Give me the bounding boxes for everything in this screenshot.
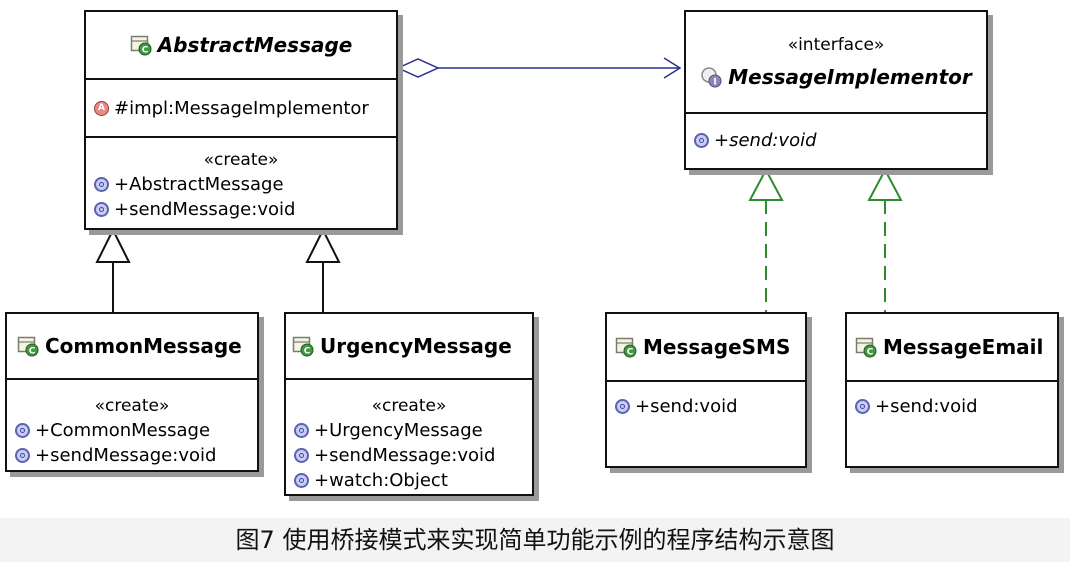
public-operation-icon bbox=[294, 448, 309, 463]
interface-header: «interface» I MessageImplementor bbox=[686, 12, 986, 114]
public-operation-icon bbox=[94, 202, 109, 217]
operation-row: +sendMessage:void bbox=[294, 443, 524, 468]
operation-row: +sendMessage:void bbox=[94, 197, 388, 222]
operations-section: «create» +AbstractMessage +sendMessage:v… bbox=[86, 138, 396, 228]
operations-section: +send:void bbox=[686, 114, 986, 159]
realization-email bbox=[867, 167, 903, 312]
public-operation-icon bbox=[294, 473, 309, 488]
operation-label: +sendMessage:void bbox=[314, 445, 496, 466]
message-email-class[interactable]: C MessageEmail +send:void bbox=[845, 312, 1059, 468]
operation-row: +send:void bbox=[855, 394, 1049, 419]
operation-label: +sendMessage:void bbox=[114, 199, 296, 220]
interface-name: MessageImplementor bbox=[728, 65, 972, 89]
operation-row: +UrgencyMessage bbox=[294, 418, 524, 443]
operation-label: +sendMessage:void bbox=[35, 445, 217, 466]
class-header: C MessageEmail bbox=[847, 314, 1057, 382]
operations-section: «create» +CommonMessage +sendMessage:voi… bbox=[7, 380, 257, 474]
interface-stereotype: «interface» bbox=[787, 35, 885, 55]
class-header: C AbstractMessage bbox=[86, 12, 396, 80]
aggregation-connector bbox=[396, 57, 682, 79]
operation-row: +sendMessage:void bbox=[15, 443, 249, 468]
common-message-class[interactable]: C CommonMessage «create» +CommonMessage … bbox=[5, 312, 259, 472]
class-header: C MessageSMS bbox=[607, 314, 805, 382]
create-stereotype: «create» bbox=[203, 150, 279, 170]
class-icon: C bbox=[17, 336, 39, 357]
operation-row: +CommonMessage bbox=[15, 418, 249, 443]
class-icon: C bbox=[615, 337, 637, 358]
message-sms-class[interactable]: C MessageSMS +send:void bbox=[605, 312, 807, 468]
abstract-message-class[interactable]: C AbstractMessage A #impl:MessageImpleme… bbox=[84, 10, 398, 230]
svg-text:C: C bbox=[867, 348, 874, 358]
generalization-urgency bbox=[305, 227, 341, 312]
class-name: MessageEmail bbox=[883, 335, 1044, 359]
operation-row: +send:void bbox=[615, 394, 797, 419]
create-stereotype: «create» bbox=[94, 396, 170, 416]
operation-label: +watch:Object bbox=[314, 470, 448, 491]
svg-text:C: C bbox=[141, 46, 148, 56]
public-operation-icon bbox=[94, 177, 109, 192]
class-name: MessageSMS bbox=[643, 335, 791, 359]
aggregation-diamond bbox=[396, 58, 440, 78]
class-header: C UrgencyMessage bbox=[286, 314, 532, 380]
fields-section: A #impl:MessageImplementor bbox=[86, 80, 396, 138]
create-stereotype: «create» bbox=[371, 396, 447, 416]
class-icon: C bbox=[855, 337, 877, 358]
svg-text:C: C bbox=[29, 347, 36, 357]
public-operation-icon bbox=[15, 448, 30, 463]
public-operation-icon bbox=[694, 133, 709, 148]
urgency-message-class[interactable]: C UrgencyMessage «create» +UrgencyMessag… bbox=[284, 312, 534, 496]
svg-text:I: I bbox=[714, 78, 717, 88]
generalization-common bbox=[95, 227, 131, 312]
field-row: A #impl:MessageImplementor bbox=[94, 96, 369, 121]
abstract-field-icon: A bbox=[94, 100, 109, 116]
interface-icon: I bbox=[701, 67, 722, 88]
class-icon: C bbox=[130, 35, 152, 56]
class-name: UrgencyMessage bbox=[320, 334, 512, 358]
svg-text:C: C bbox=[627, 348, 634, 358]
operation-row: +AbstractMessage bbox=[94, 172, 388, 197]
operation-label: +send:void bbox=[875, 396, 978, 417]
operation-label: +CommonMessage bbox=[35, 420, 211, 441]
operations-section: +send:void bbox=[607, 382, 805, 425]
svg-text:C: C bbox=[304, 347, 311, 357]
figure-caption: 图7 使用桥接模式来实现简单功能示例的程序结构示意图 bbox=[0, 518, 1070, 562]
public-operation-icon bbox=[15, 423, 30, 438]
operation-label: +AbstractMessage bbox=[114, 174, 284, 195]
class-icon: C bbox=[292, 336, 314, 357]
operation-row: +send:void bbox=[694, 128, 978, 153]
field-label: #impl:MessageImplementor bbox=[114, 97, 369, 119]
public-operation-icon bbox=[615, 399, 630, 414]
operations-section: «create» +UrgencyMessage +sendMessage:vo… bbox=[286, 380, 532, 499]
class-name: AbstractMessage bbox=[157, 33, 353, 57]
message-implementor-interface[interactable]: «interface» I MessageImplementor +send:v… bbox=[684, 10, 988, 170]
realization-sms bbox=[748, 167, 784, 312]
public-operation-icon bbox=[855, 399, 870, 414]
class-header: C CommonMessage bbox=[7, 314, 257, 380]
class-name: CommonMessage bbox=[45, 334, 242, 358]
operation-label: +send:void bbox=[635, 396, 738, 417]
public-operation-icon bbox=[294, 423, 309, 438]
operation-label: +UrgencyMessage bbox=[314, 420, 483, 441]
operation-label: +send:void bbox=[714, 130, 817, 151]
operations-section: +send:void bbox=[847, 382, 1057, 425]
operation-row: +watch:Object bbox=[294, 468, 524, 493]
